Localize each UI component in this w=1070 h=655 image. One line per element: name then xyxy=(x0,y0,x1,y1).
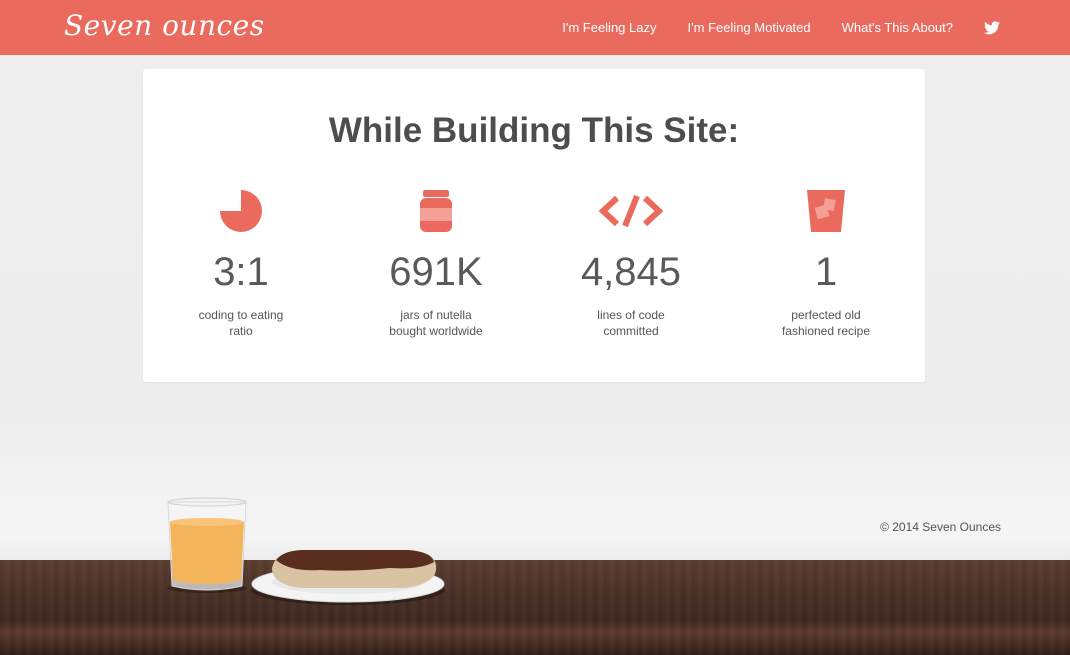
nav-link-whats-this-about[interactable]: What's This About? xyxy=(842,20,953,35)
stat-label-line: committed xyxy=(603,324,659,338)
stat-label-line: ratio xyxy=(229,324,253,338)
stat-coding-ratio: 3:1 coding to eating ratio xyxy=(151,189,331,339)
copyright-text: © 2014 Seven Ounces xyxy=(880,520,1001,534)
twitter-icon[interactable] xyxy=(984,20,1000,35)
page: Seven ounces I'm Feeling Lazy I'm Feelin… xyxy=(0,0,1070,655)
stats-card: While Building This Site: 3:1 coding to … xyxy=(143,69,925,382)
pie-chart-icon xyxy=(151,189,331,233)
code-icon xyxy=(541,189,721,233)
stat-label: perfected old fashioned recipe xyxy=(736,307,916,339)
nav-link-feeling-lazy[interactable]: I'm Feeling Lazy xyxy=(562,20,656,35)
top-nav-bar: Seven ounces I'm Feeling Lazy I'm Feelin… xyxy=(0,0,1070,55)
stat-value: 3:1 xyxy=(213,250,269,294)
stat-nutella-jars: 691K jars of nutella bought worldwide xyxy=(346,189,526,339)
nav-link-feeling-motivated[interactable]: I'm Feeling Motivated xyxy=(687,20,810,35)
juice xyxy=(170,522,244,584)
stat-value: 4,845 xyxy=(580,250,682,294)
stat-label-line: coding to eating xyxy=(198,308,284,322)
stat-lines-of-code: 4,845 lines of code committed xyxy=(541,189,721,339)
stat-label-line: lines of code xyxy=(597,308,665,322)
nutella-spread xyxy=(276,550,434,571)
glass-icon xyxy=(736,189,916,233)
nav-menu: I'm Feeling Lazy I'm Feeling Motivated W… xyxy=(531,0,1070,55)
stat-recipe: 1 perfected old fashioned recipe xyxy=(736,189,916,339)
stat-label-line: fashioned recipe xyxy=(781,324,871,338)
stat-label-line: jars of nutella xyxy=(400,308,472,322)
breakfast-illustration xyxy=(167,497,445,605)
stat-label-line: bought worldwide xyxy=(389,324,483,338)
stat-label: jars of nutella bought worldwide xyxy=(346,307,526,339)
stat-label: coding to eating ratio xyxy=(151,307,331,339)
site-logo[interactable]: Seven ounces xyxy=(64,6,265,46)
jar-icon xyxy=(346,189,526,233)
card-title: While Building This Site: xyxy=(328,111,740,150)
stat-value: 1 xyxy=(814,250,838,294)
juice-surface xyxy=(170,518,244,526)
stat-value: 691K xyxy=(389,250,483,294)
stat-label: lines of code committed xyxy=(541,307,721,339)
stat-label-line: perfected old xyxy=(791,308,861,322)
